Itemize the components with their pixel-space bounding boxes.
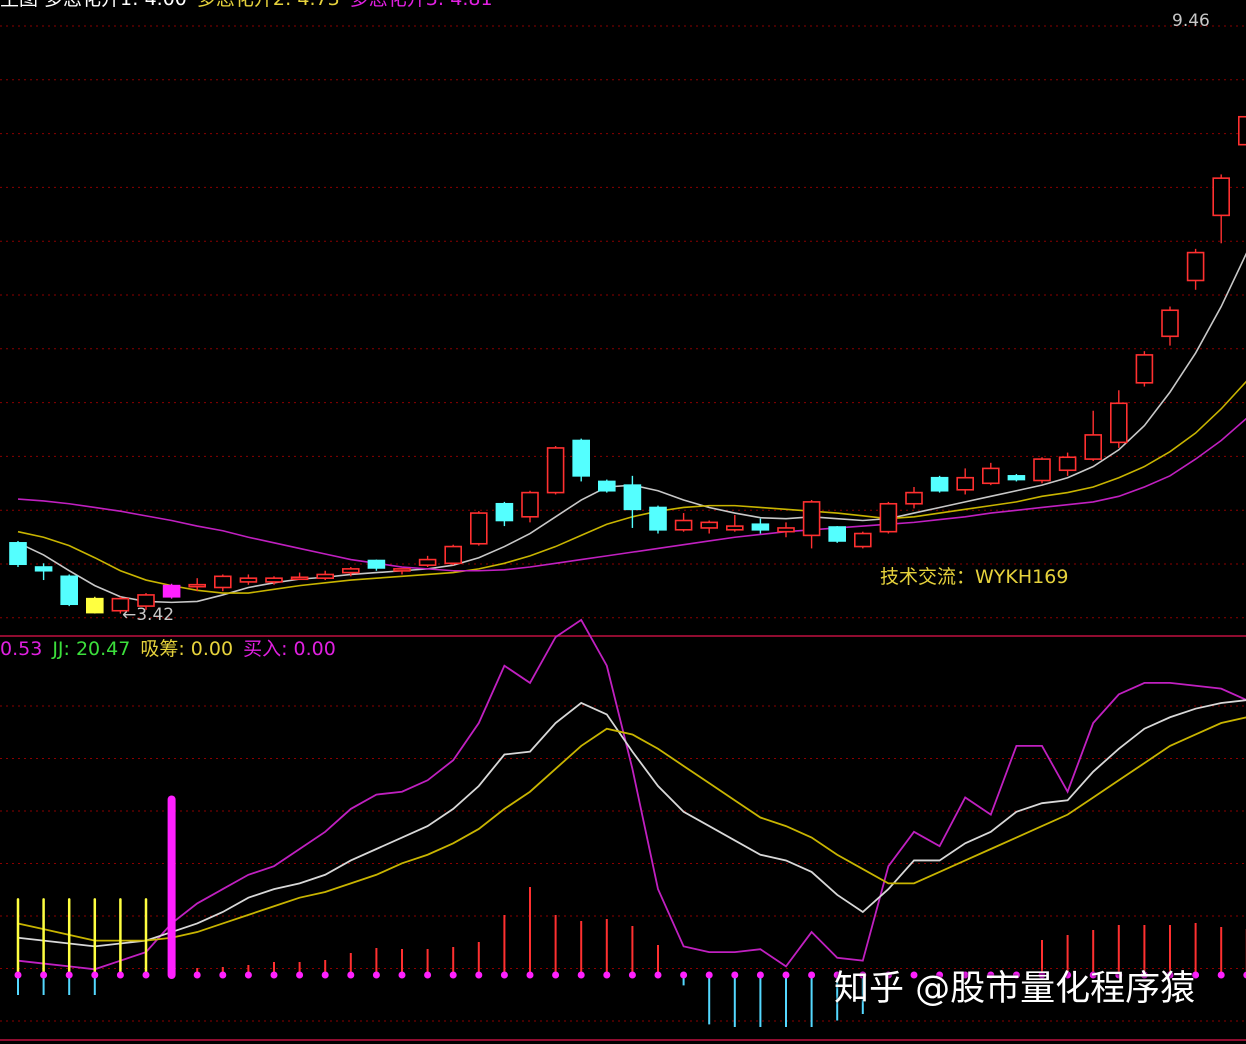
candle-body — [239, 577, 258, 583]
candle-body — [86, 597, 104, 614]
baseline-dot — [244, 971, 252, 979]
candle-body — [418, 558, 437, 566]
candle-body — [828, 526, 847, 542]
candle-body — [60, 575, 79, 606]
candle-body — [1084, 434, 1102, 460]
baseline-dot — [782, 971, 790, 979]
baseline-dot — [552, 971, 560, 979]
candle-body — [700, 521, 719, 529]
baseline-dot — [14, 971, 22, 979]
candle-body — [1212, 177, 1230, 217]
baseline-dot — [91, 971, 99, 979]
baseline-dot — [142, 971, 150, 979]
baseline-dot — [321, 971, 329, 979]
candle-body — [188, 583, 206, 588]
candle-body — [802, 501, 821, 537]
main-legend-item-1: 多态化开2: 4.73 — [197, 0, 340, 10]
baseline-dot — [731, 971, 739, 979]
candle-body — [956, 476, 975, 491]
baseline-dot — [347, 971, 355, 979]
baseline-dot — [654, 971, 662, 979]
baseline-dot — [219, 971, 227, 979]
candle-body — [930, 476, 949, 492]
candle-body — [469, 512, 488, 545]
candle-body — [9, 542, 27, 566]
oscillator-line-2 — [17, 699, 1246, 948]
baseline-dot — [168, 971, 176, 979]
candle-body — [1110, 402, 1128, 444]
baseline-dot — [116, 971, 124, 979]
candle-body — [495, 502, 514, 522]
baseline-dot — [475, 971, 483, 979]
candle-body — [367, 559, 386, 569]
candle-body — [1238, 115, 1246, 146]
main-legend-item-0: 主图 多态化开1: 4.00 — [0, 0, 187, 10]
candle-body — [751, 523, 770, 531]
baseline-dot — [628, 971, 636, 979]
baseline-dot — [398, 971, 406, 979]
candle-body — [1135, 354, 1154, 384]
candle-body — [546, 447, 565, 494]
candle-body — [34, 566, 53, 572]
baseline-dot — [424, 971, 432, 979]
baseline-dot — [500, 971, 508, 979]
baseline-dot — [372, 971, 380, 979]
baseline-dot — [65, 971, 73, 979]
candle-body — [853, 532, 872, 548]
candle-body — [521, 491, 539, 518]
candle-body — [162, 584, 181, 598]
indicator-legend-item-3: 买入: 0.00 — [243, 638, 336, 660]
candle-body — [1161, 309, 1179, 338]
baseline-dot — [40, 971, 48, 979]
baseline-dot — [756, 971, 764, 979]
candle-body — [674, 519, 693, 531]
baseline-dot — [705, 971, 713, 979]
candle-body — [649, 506, 667, 531]
candle-body — [444, 545, 463, 565]
low-price-label: ←3.42 — [122, 605, 175, 625]
candle-body — [879, 502, 898, 533]
candle-body — [393, 568, 411, 572]
candle-body — [623, 484, 642, 511]
candle-body — [905, 491, 923, 505]
candle-body — [1007, 475, 1026, 481]
candle-body — [572, 439, 591, 477]
main-legend-item-2: 多态化开3: 4.81 — [350, 0, 493, 10]
chart-canvas — [0, 25, 1246, 1041]
candle-body — [777, 527, 795, 533]
baseline-dot — [193, 971, 201, 979]
baseline-dot — [680, 971, 688, 979]
candle-body — [341, 568, 360, 574]
candle-body — [1186, 251, 1205, 282]
baseline-dot — [449, 971, 457, 979]
candle-body — [725, 525, 744, 531]
main-chart-legend: 主图 多态化开1: 4.00 多态化开2: 4.73 多态化开3: 4.81 — [0, 0, 503, 10]
baseline-dot — [526, 971, 534, 979]
indicator-legend-item-2: 吸筹: 0.00 — [140, 638, 234, 660]
baseline-dot — [270, 971, 278, 979]
indicator-legend-item-1: JJ: 20.47 — [52, 638, 131, 660]
ma-line-1 — [17, 252, 1246, 604]
indicator-legend: 0.53 JJ: 20.47 吸筹: 0.00 买入: 0.00 — [0, 638, 346, 660]
candle-body — [214, 575, 232, 589]
baseline-dot — [577, 971, 585, 979]
candle-body — [981, 467, 1000, 485]
candle-body — [265, 577, 283, 583]
candle-body — [1033, 458, 1051, 482]
baseline-dot — [296, 971, 304, 979]
watermark: 知乎 @股市量化程序猿 — [834, 969, 1196, 1009]
candle-body — [316, 573, 335, 579]
baseline-dot — [808, 971, 816, 979]
candle-body — [1058, 456, 1077, 472]
candle-body — [597, 480, 616, 492]
candle-body — [290, 576, 309, 581]
high-price-label: 9.46 — [1172, 11, 1210, 31]
contact-annotation: 技术交流：WYKH169 — [880, 566, 1069, 588]
oscillator-line-3 — [17, 716, 1246, 942]
indicator-legend-item-0: 0.53 — [0, 638, 43, 660]
baseline-dot — [603, 971, 611, 979]
baseline-dot — [1217, 971, 1225, 979]
oscillator-line-1 — [17, 618, 1246, 971]
